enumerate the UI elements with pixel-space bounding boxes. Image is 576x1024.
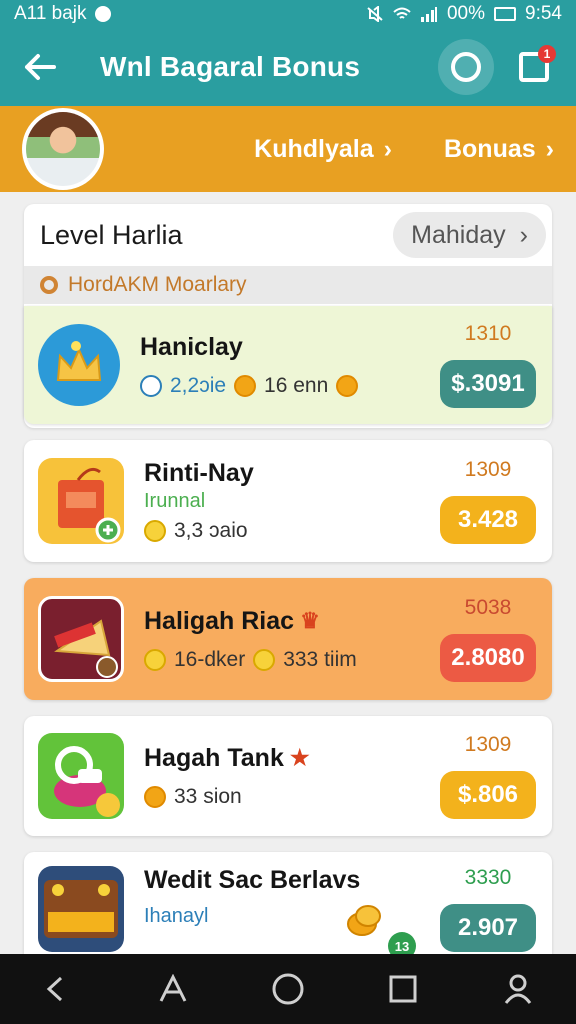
- bonus-card-hagah-tank[interactable]: Hagah Tank ★ 33 sion 1309 $.806: [24, 716, 552, 836]
- coin-icon: [253, 648, 276, 671]
- price-button[interactable]: 2.907: [440, 904, 536, 952]
- meta-value-2: 333 tiim: [283, 647, 357, 671]
- meta-value-1: 33 sion: [174, 784, 242, 808]
- coin-icon: [234, 374, 257, 397]
- status-left: A11 bajk: [14, 3, 111, 25]
- price-button[interactable]: $.3091: [440, 360, 536, 408]
- gift-bag-icon: [38, 458, 124, 544]
- notification-badge: 1: [538, 45, 556, 63]
- recents-square-icon[interactable]: [381, 967, 425, 1011]
- coins-stack-icon: [344, 902, 384, 938]
- gift-icon: ★: [289, 745, 310, 770]
- circle-icon: [40, 276, 58, 294]
- card-title: Haniclay: [140, 332, 243, 361]
- status-time: 9:54: [525, 3, 562, 24]
- kuhdlyala-label: Kuhdlyala: [254, 134, 374, 163]
- day-selector-label: Mahiday: [411, 220, 506, 249]
- back-triangle-icon[interactable]: [36, 967, 80, 1011]
- card-score: 5038: [464, 596, 512, 619]
- card-tag: Irunnal: [144, 490, 206, 512]
- meta-value-1: 2,2ɔie: [170, 373, 227, 397]
- chevron-right-icon: ›: [545, 134, 554, 163]
- bonus-card-rinti-nay[interactable]: Rinti-Nay Irunnal 3,3 ɔaio 1309 3.428: [24, 440, 552, 562]
- signal-icon: [420, 6, 438, 22]
- home-circle-icon[interactable]: [266, 967, 310, 1011]
- card-score: 3330: [464, 866, 512, 889]
- level-subheader: HordAKM Moarlary: [24, 266, 552, 304]
- chevron-right-icon: ›: [519, 220, 528, 249]
- card-meta: 2,2ɔie 16 enn: [140, 374, 430, 398]
- arrow-left-icon[interactable]: [20, 47, 60, 87]
- price-button[interactable]: 3.428: [440, 496, 536, 544]
- meta-value-1: 3,3 ɔaio: [174, 519, 248, 542]
- cheese-icon: [38, 596, 124, 682]
- bonus-label: Bonuas: [443, 134, 536, 163]
- profile-bar: Kuhdlyala › Bonuas ›: [0, 106, 576, 192]
- battery-percent: 00%: [446, 3, 486, 24]
- bonus-card-haligah-riac[interactable]: Haligah Riac ♛ 16-dker 333 tiim 5038 2.8…: [24, 578, 552, 700]
- profile-icon[interactable]: [496, 967, 540, 1011]
- page-title: Wnl Bagaral Bonus: [100, 51, 361, 82]
- card-title: Haligah Riac ♛: [144, 607, 430, 636]
- status-bar: A11 bajk 00% 9:54: [0, 0, 576, 28]
- notification-icon: [94, 6, 111, 22]
- price-button[interactable]: 2.8080: [440, 634, 536, 682]
- trophy-icon: ♛: [300, 608, 320, 633]
- system-nav-bar: [0, 954, 576, 1024]
- bonus-card-haniclay[interactable]: Haniclay 2,2ɔie 16 enn 1310 $.3091: [24, 306, 552, 424]
- chat-bubble-icon[interactable]: [438, 39, 494, 95]
- mute-icon: [366, 5, 384, 23]
- coin-icon: [144, 785, 166, 808]
- card-title-text: Hagah Tank: [144, 743, 284, 772]
- purse-icon: [38, 733, 124, 819]
- status-text: A11 bajk: [14, 3, 87, 24]
- coin-icon: [144, 648, 166, 671]
- card-score: 1309: [464, 458, 512, 481]
- home-a-icon[interactable]: [151, 967, 195, 1011]
- card-meta: 33 sion: [144, 785, 430, 809]
- wifi-icon: [393, 6, 411, 22]
- battery-icon: [494, 7, 517, 21]
- coin-icon: [336, 374, 359, 397]
- card-title: Wedit Sac Berlavs: [144, 866, 361, 894]
- card-score: 1310: [464, 322, 512, 345]
- bonus-link[interactable]: Bonuas ›: [444, 135, 554, 164]
- meta-value-1: 16-dker: [174, 647, 246, 671]
- card-title-text: Haligah Riac: [144, 606, 295, 635]
- level-header: Level Harlia Mahiday ›: [24, 204, 552, 266]
- card-title: Rinti-Nay: [144, 459, 254, 487]
- coin-icon: [140, 374, 162, 397]
- meta-value-2: 16 enn: [264, 373, 329, 397]
- chevron-right-icon: ›: [383, 134, 392, 163]
- day-selector[interactable]: Mahiday ›: [393, 212, 546, 258]
- card-meta: 3,3 ɔaio: [144, 519, 430, 543]
- level-title: Level Harlia: [40, 219, 183, 250]
- crown-icon: [38, 324, 120, 406]
- card-score: 1309: [464, 733, 512, 756]
- kuhdlyala-link[interactable]: Kuhdlyala ›: [254, 135, 392, 164]
- edit-note-icon[interactable]: 1: [512, 45, 556, 89]
- price-button[interactable]: $.806: [440, 771, 536, 819]
- status-right: 00% 9:54: [366, 3, 562, 25]
- avatar[interactable]: [22, 108, 104, 190]
- card-title: Hagah Tank ★: [144, 744, 430, 773]
- bonus-box-icon: [38, 866, 124, 952]
- level-subtitle: HordAKM Moarlary: [68, 273, 247, 296]
- card-tag: Ihanayl: [144, 905, 209, 927]
- app-bar: Wnl Bagaral Bonus 1: [0, 28, 576, 106]
- coin-icon: [144, 520, 166, 542]
- card-meta: 16-dker 333 tiim: [144, 648, 430, 672]
